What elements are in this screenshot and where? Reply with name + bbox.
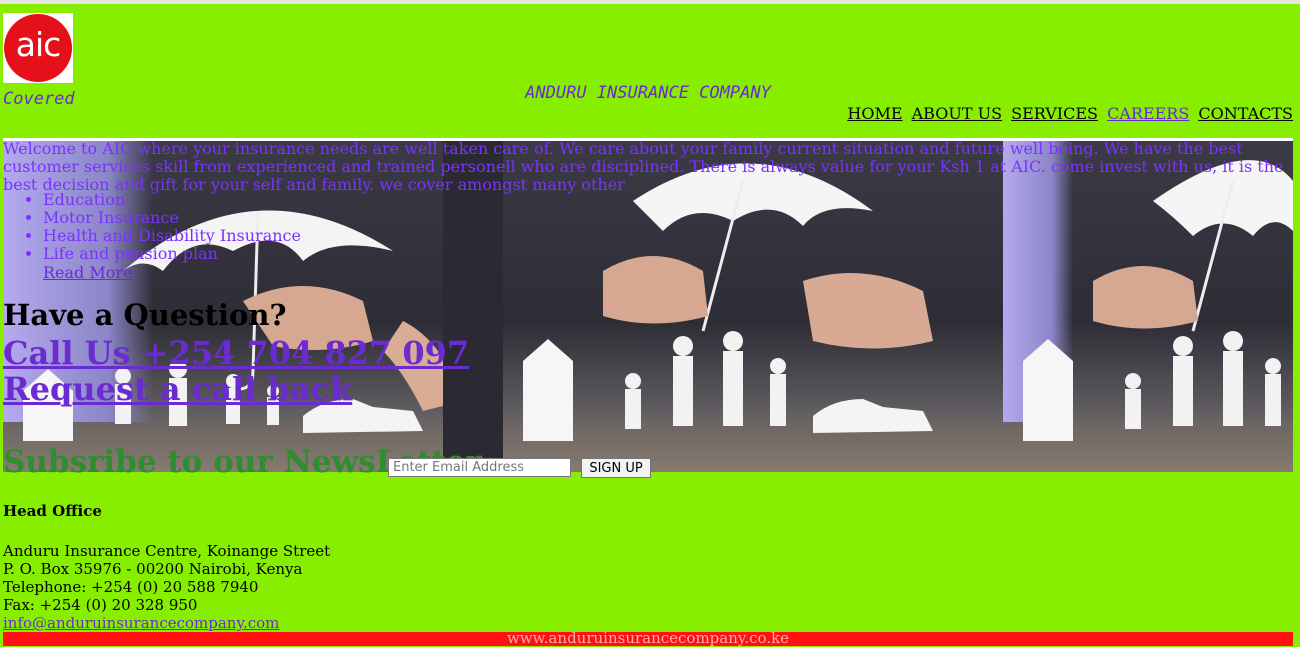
newsletter-email-input[interactable] (388, 458, 571, 477)
telephone-line: Telephone: +254 (0) 20 588 7940 (3, 578, 259, 596)
read-more-link[interactable]: Read More (43, 263, 133, 282)
services-list: Education Motor Insurance Health and Dis… (43, 191, 301, 263)
call-us-link[interactable]: Call Us +254 704 827 097 (3, 334, 469, 372)
nav-home[interactable]: HOME (847, 104, 902, 123)
fax-line: Fax: +254 (0) 20 328 950 (3, 596, 198, 614)
service-life-pension: Life and pension plan (43, 245, 301, 263)
address-line: P. O. Box 35976 - 00200 Nairobi, Kenya (3, 560, 303, 578)
service-education: Education (43, 191, 301, 209)
nav-careers[interactable]: CAREERS (1107, 104, 1189, 123)
service-motor-insurance: Motor Insurance (43, 209, 301, 227)
main-nav: HOME ABOUT US SERVICES CAREERS CONTACTS (843, 104, 1293, 123)
nav-services[interactable]: SERVICES (1011, 104, 1098, 123)
footer-website[interactable]: www.anduruinsurancecompany.co.ke (3, 629, 1293, 647)
company-logo[interactable]: aic (3, 13, 73, 83)
sign-up-button[interactable]: SIGN UP (581, 458, 651, 478)
office-address: Anduru Insurance Centre, Koinange Street… (3, 542, 330, 632)
nav-about-us[interactable]: ABOUT US (912, 104, 1002, 123)
service-health-disability: Health and Disability Insurance (43, 227, 301, 245)
address-line: Anduru Insurance Centre, Koinange Street (3, 542, 331, 560)
request-call-back-link[interactable]: Request a call back (3, 370, 352, 408)
company-name: ANDURU INSURANCE COMPANY (525, 83, 771, 103)
nav-contacts[interactable]: CONTACTS (1198, 104, 1293, 123)
logo-text: aic (15, 25, 62, 64)
footer-bar: www.anduruinsurancecompany.co.ke (3, 629, 1293, 647)
top-border (0, 0, 1300, 4)
head-office-heading: Head Office (3, 502, 102, 520)
intro-text: Welcome to AIC where your insurance need… (3, 139, 1284, 194)
question-heading: Have a Question? (3, 298, 287, 332)
